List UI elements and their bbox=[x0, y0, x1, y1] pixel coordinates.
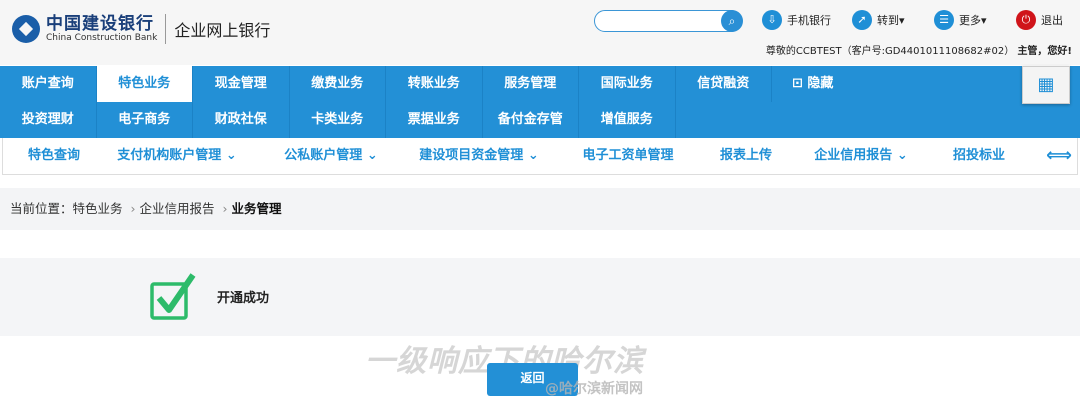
subnav-item[interactable]: 建设项目资金管理 ⌄ bbox=[419, 138, 538, 174]
greeting: 尊敬的CCBTEST（客户号:GD4401011108682#02） 主管，您好… bbox=[765, 46, 1072, 57]
bank-name-en: China Construction Bank bbox=[46, 33, 158, 43]
subnav-item[interactable]: 报表上传 bbox=[720, 138, 772, 174]
nav-credit[interactable]: 信贷融资 bbox=[676, 66, 772, 102]
tool-label: 手机银行 bbox=[787, 14, 831, 27]
ccb-logo-icon bbox=[12, 15, 40, 43]
search-input[interactable]: ⌕ bbox=[594, 10, 743, 32]
sub-nav: 特色查询 支付机构账户管理 ⌄ 公私账户管理 ⌄ 建设项目资金管理 ⌄ 电子工资… bbox=[2, 138, 1078, 175]
result-panel: 开通成功 bbox=[0, 258, 1080, 336]
power-icon: ⏻ bbox=[1016, 10, 1036, 30]
nav-reserve[interactable]: 备付金存管 bbox=[483, 102, 579, 138]
breadcrumb: 当前位置：特色业务 › 企业信用报告 › 业务管理 bbox=[0, 188, 1080, 230]
nav-payment[interactable]: 缴费业务 bbox=[290, 66, 386, 102]
nav-special-business[interactable]: 特色业务 bbox=[96, 66, 193, 102]
share-arrow-icon: ➚ bbox=[852, 10, 872, 30]
watermark-source: @哈尔滨新闻网 bbox=[545, 381, 643, 397]
subnav-item[interactable]: 支付机构账户管理 ⌄ bbox=[117, 138, 236, 174]
subnav-item[interactable]: 招投标业 bbox=[953, 138, 1005, 174]
bank-name: 中国建设银行 bbox=[46, 14, 154, 34]
tool-label: 退出 bbox=[1041, 14, 1063, 27]
more-button[interactable]: ☰ 更多▾ bbox=[934, 10, 987, 30]
nav-ecommerce[interactable]: 电子商务 bbox=[97, 102, 193, 138]
subnav-item[interactable]: 企业信用报告 ⌄ bbox=[814, 138, 907, 174]
success-check-icon bbox=[150, 273, 196, 320]
divider bbox=[165, 14, 167, 44]
nav-fiscal[interactable]: 财政社保 bbox=[193, 102, 290, 138]
nav-transfer[interactable]: 转账业务 bbox=[386, 66, 483, 102]
main-nav-row2: 投资理财 电子商务 财政社保 卡类业务 票据业务 备付金存管 增值服务 bbox=[0, 102, 1080, 138]
list-icon: ☰ bbox=[934, 10, 954, 30]
nav-card[interactable]: 卡类业务 bbox=[290, 102, 386, 138]
main-nav-row1: 账户查询 特色业务 现金管理 缴费业务 转账业务 服务管理 国际业务 信贷融资 … bbox=[0, 66, 1080, 102]
mobile-download-icon: ⇩ bbox=[762, 10, 782, 30]
subnav-item[interactable]: 公私账户管理 ⌄ bbox=[284, 138, 377, 174]
logout-button[interactable]: ⏻ 退出 bbox=[1016, 10, 1063, 30]
breadcrumb-item[interactable]: 特色业务 bbox=[73, 201, 123, 216]
nav-international[interactable]: 国际业务 bbox=[579, 66, 676, 102]
result-message: 开通成功 bbox=[217, 291, 270, 306]
grid-menu-icon[interactable]: ▦ bbox=[1022, 66, 1070, 104]
scroll-arrows-icon[interactable]: ⟺ bbox=[1046, 138, 1072, 174]
goto-button[interactable]: ➚ 转到▾ bbox=[852, 10, 905, 30]
product-name: 企业网上银行 bbox=[174, 21, 271, 40]
nav-service-management[interactable]: 服务管理 bbox=[483, 66, 579, 102]
nav-hide-button[interactable]: ⊡ 隐藏 bbox=[772, 66, 833, 102]
nav-value-added[interactable]: 增值服务 bbox=[579, 102, 676, 138]
collapse-icon: ⊡ bbox=[792, 76, 808, 91]
breadcrumb-item[interactable]: 企业信用报告 bbox=[140, 201, 215, 216]
breadcrumb-current: 业务管理 bbox=[231, 201, 282, 216]
nav-investment[interactable]: 投资理财 bbox=[0, 102, 97, 138]
nav-cash-management[interactable]: 现金管理 bbox=[193, 66, 290, 102]
subnav-item[interactable]: 电子工资单管理 bbox=[582, 138, 673, 174]
tool-label: 更多▾ bbox=[959, 14, 987, 27]
ccb-logo[interactable]: 中国建设银行 China Construction Bank 企业网上银行 bbox=[12, 14, 270, 44]
nav-account-query[interactable]: 账户查询 bbox=[0, 66, 97, 102]
nav-bills[interactable]: 票据业务 bbox=[386, 102, 483, 138]
header: 中国建设银行 China Construction Bank 企业网上银行 ⌕ … bbox=[0, 0, 1080, 65]
tool-label: 转到▾ bbox=[877, 14, 905, 27]
search-icon[interactable]: ⌕ bbox=[721, 10, 743, 32]
mobile-bank-button[interactable]: ⇩ 手机银行 bbox=[762, 10, 831, 30]
subnav-item[interactable]: 特色查询 bbox=[28, 138, 80, 174]
